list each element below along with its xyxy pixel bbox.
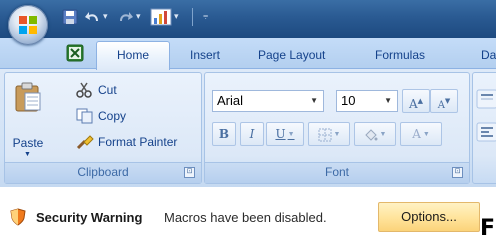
- borders-button[interactable]: ▼: [308, 122, 350, 146]
- shrink-font-label: A: [437, 100, 445, 111]
- undo-dropdown-icon[interactable]: ▾: [103, 11, 108, 22]
- underline-button[interactable]: U ▼: [266, 122, 304, 146]
- undo-icon[interactable]: [84, 9, 102, 25]
- shield-icon: [10, 208, 26, 226]
- chevron-down-icon[interactable]: ▼: [310, 96, 318, 105]
- italic-button[interactable]: I: [240, 122, 264, 146]
- chart-dropdown-icon[interactable]: ▾: [174, 11, 179, 22]
- paste-button[interactable]: Paste ▼: [10, 78, 46, 158]
- font-name-value: Arial: [217, 93, 244, 108]
- font-group-label: Font: [205, 162, 469, 183]
- chevron-down-icon[interactable]: ▼: [384, 96, 392, 105]
- tab-page-layout[interactable]: Page Layout: [258, 44, 325, 66]
- tab-formulas[interactable]: Formulas: [375, 44, 425, 66]
- paste-icon: [15, 82, 41, 112]
- format-painter-icon: [76, 135, 94, 150]
- bold-button[interactable]: B: [212, 122, 236, 146]
- office-logo-icon: [19, 16, 37, 34]
- tab-insert[interactable]: Insert: [190, 44, 220, 66]
- tab-data[interactable]: Da: [481, 44, 496, 66]
- qat-separator: [192, 8, 193, 26]
- clipboard-group-label: Clipboard: [5, 162, 201, 183]
- font-color-label: A: [412, 127, 421, 141]
- underline-label: U: [275, 127, 286, 141]
- paint-bucket-icon: [364, 128, 378, 141]
- align-top-icon[interactable]: [476, 89, 496, 109]
- font-name-select[interactable]: Arial ▼: [212, 90, 324, 112]
- scissors-icon: [76, 82, 92, 98]
- font-size-value: 10: [341, 93, 356, 108]
- chevron-down-icon[interactable]: ▼: [380, 131, 387, 138]
- grow-font-button[interactable]: A▲: [402, 89, 430, 113]
- customize-qat-icon[interactable]: ⩦: [203, 10, 208, 21]
- options-button[interactable]: Options...: [378, 202, 480, 232]
- redo-icon[interactable]: [116, 9, 134, 25]
- save-icon[interactable]: [62, 9, 78, 25]
- copy-icon: [76, 108, 93, 124]
- font-dialog-launcher-icon[interactable]: ⊡: [452, 167, 463, 178]
- chevron-down-icon[interactable]: ▼: [334, 131, 341, 138]
- excel-icon: [66, 44, 84, 62]
- chevron-down-icon[interactable]: ▼: [288, 131, 295, 138]
- cursor-glyph: F: [480, 216, 496, 241]
- paste-dropdown-icon[interactable]: ▼: [24, 151, 31, 158]
- cut-label: Cut: [98, 83, 117, 97]
- chevron-down-icon[interactable]: ▼: [423, 131, 430, 138]
- clipboard-dialog-launcher-icon[interactable]: ⊡: [184, 167, 195, 178]
- paste-label: Paste: [12, 136, 44, 150]
- font-color-button[interactable]: A ▼: [400, 122, 442, 146]
- security-warning-text: Macros have been disabled.: [164, 210, 327, 225]
- font-size-select[interactable]: 10 ▼: [336, 90, 398, 112]
- format-painter-label: Format Painter: [98, 135, 178, 149]
- copy-label: Copy: [98, 109, 127, 123]
- shrink-font-button[interactable]: A▼: [430, 89, 458, 113]
- redo-dropdown-icon[interactable]: ▾: [136, 11, 141, 22]
- tab-home[interactable]: Home: [96, 41, 170, 70]
- borders-icon: [318, 128, 332, 141]
- fill-color-button[interactable]: ▼: [354, 122, 396, 146]
- security-warning-title: Security Warning: [36, 210, 143, 225]
- align-left-icon[interactable]: [476, 122, 496, 142]
- grow-font-label: A: [408, 97, 418, 111]
- chart-icon[interactable]: [150, 7, 172, 27]
- office-button[interactable]: [8, 5, 48, 45]
